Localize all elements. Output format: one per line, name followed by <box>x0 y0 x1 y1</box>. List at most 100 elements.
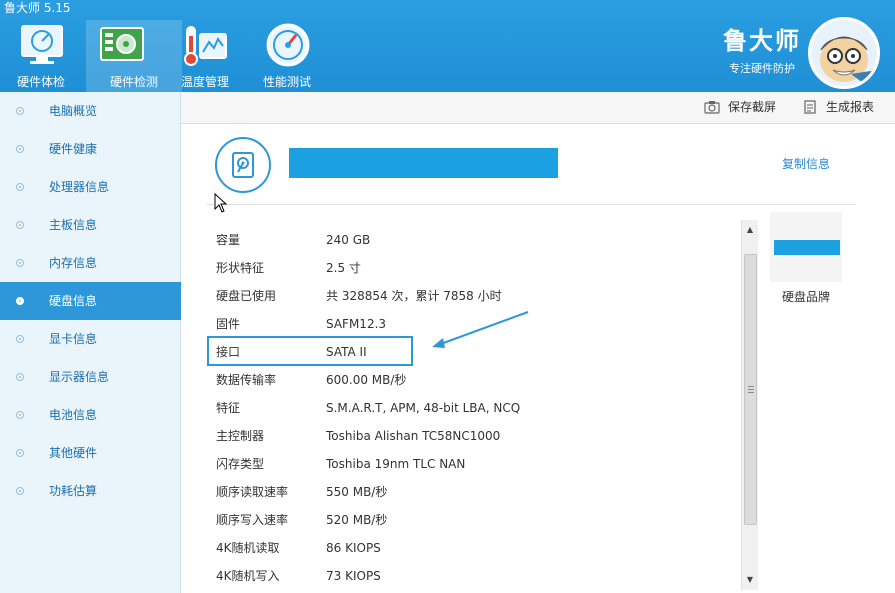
thermometer-icon <box>184 26 227 66</box>
bullet-icon <box>16 183 24 191</box>
sidebar-item-label: 主板信息 <box>49 218 98 232</box>
spec-key: 固件 <box>216 317 241 331</box>
save-screenshot-button[interactable]: 保存截屏 <box>704 92 784 124</box>
bullet-icon <box>16 259 24 267</box>
sidebar-item-label: 功耗估算 <box>49 484 98 498</box>
monitor-icon <box>21 25 63 64</box>
brand-block: 鲁大师 专注硬件防护 <box>718 26 806 76</box>
spec-key: 形状特征 <box>216 261 265 275</box>
sidebar-item-overview[interactable]: 电脑概览 <box>0 92 181 130</box>
spec-row: 顺序读取速率 550 MB/秒 <box>216 478 736 506</box>
circuit-board-icon <box>100 27 144 61</box>
brand-logo-redacted <box>774 240 840 255</box>
copy-info-link[interactable]: 复制信息 <box>782 155 830 172</box>
report-icon <box>804 100 816 114</box>
spec-value: 73 KIOPS <box>326 569 381 583</box>
save-screenshot-label: 保存截屏 <box>728 100 777 114</box>
sidebar-item-monitor[interactable]: 显示器信息 <box>0 358 181 396</box>
sidebar-item-label: 电池信息 <box>49 408 98 422</box>
sidebar-item-memory[interactable]: 内存信息 <box>0 244 181 282</box>
sidebar-item-power[interactable]: 功耗估算 <box>0 472 181 510</box>
spec-key: 闪存类型 <box>216 457 265 471</box>
sidebar-item-gpu[interactable]: 显卡信息 <box>0 320 181 358</box>
scroll-down-arrow-icon[interactable]: ▼ <box>742 572 758 588</box>
spec-key: 数据传输率 <box>216 373 277 387</box>
spec-row: 容量 240 GB <box>216 226 736 254</box>
spec-value: 86 KIOPS <box>326 541 381 555</box>
sidebar-item-label: 电脑概览 <box>49 104 98 118</box>
sidebar-item-other[interactable]: 其他硬件 <box>0 434 181 472</box>
bullet-icon <box>16 487 24 495</box>
sidebar-item-cpu[interactable]: 处理器信息 <box>0 168 181 206</box>
brand-name: 鲁大师 <box>723 27 801 55</box>
scroll-up-arrow-icon[interactable]: ▲ <box>742 222 758 238</box>
spec-key: 硬盘已使用 <box>216 289 277 303</box>
mouse-cursor-icon <box>214 193 228 213</box>
tab-performance[interactable]: 性能测试 <box>246 20 328 92</box>
sidebar-item-disk[interactable]: 硬盘信息 <box>0 282 181 320</box>
annotation-arrow-icon <box>432 311 529 348</box>
disk-brand-logo <box>770 212 842 282</box>
spec-value: 550 MB/秒 <box>326 485 388 499</box>
speedometer-icon <box>266 23 310 67</box>
spec-value: 520 MB/秒 <box>326 513 388 527</box>
spec-row: 硬盘已使用 共 328854 次，累计 7858 小时 <box>216 282 736 310</box>
spec-value: 2.5 寸 <box>326 261 361 275</box>
app-title: 鲁大师 5.15 <box>4 1 71 15</box>
bullet-icon <box>16 221 24 229</box>
spec-row: 顺序写入速率 520 MB/秒 <box>216 506 736 534</box>
bullet-icon <box>16 297 24 305</box>
sidebar: 电脑概览 硬件健康 处理器信息 主板信息 内存信息 硬盘信息 显卡信息 显示器信… <box>0 92 181 593</box>
sidebar-item-health[interactable]: 硬件健康 <box>0 130 181 168</box>
spec-row: 形状特征 2.5 寸 <box>216 254 736 282</box>
mascot-avatar[interactable] <box>808 17 880 89</box>
bullet-icon <box>16 335 24 343</box>
bullet-icon <box>16 411 24 419</box>
disk-icon-circle <box>215 137 271 193</box>
sidebar-item-label: 硬盘信息 <box>49 294 98 308</box>
sidebar-item-label: 显卡信息 <box>49 332 98 346</box>
divider <box>206 204 856 205</box>
sidebar-item-motherboard[interactable]: 主板信息 <box>0 206 181 244</box>
spec-row: 特征 S.M.A.R.T, APM, 48-bit LBA, NCQ <box>216 394 736 422</box>
tab-label: 硬件体检 <box>16 75 65 89</box>
sidebar-item-battery[interactable]: 电池信息 <box>0 396 181 434</box>
spec-row: 4K随机读取 86 KIOPS <box>216 534 736 562</box>
spec-key: 4K随机读取 <box>216 541 280 555</box>
spec-value: 240 GB <box>326 233 371 247</box>
scrollbar[interactable]: ▲ ▼ <box>741 220 758 590</box>
tab-hardware-checkup[interactable]: 硬件体检 <box>0 20 82 92</box>
scroll-thumb[interactable] <box>744 254 757 525</box>
spec-row: 闪存类型 Toshiba 19nm TLC NAN <box>216 450 736 478</box>
spec-key: 顺序读取速率 <box>216 485 289 499</box>
spec-key: 容量 <box>216 233 241 247</box>
spec-row: 主控制器 Toshiba Alishan TC58NC1000 <box>216 422 736 450</box>
hard-disk-icon <box>232 152 254 178</box>
disk-brand-label: 硬盘品牌 <box>782 290 831 304</box>
spec-row: 4K随机写入 73 KIOPS <box>216 562 736 590</box>
mascot-icon <box>820 36 877 86</box>
toolbar: 保存截屏 生成报表 <box>181 92 895 124</box>
disk-model-redacted <box>289 148 558 178</box>
tab-temperature[interactable]: 温度管理 <box>164 20 246 92</box>
spec-key: 特征 <box>216 401 241 415</box>
sidebar-item-label: 内存信息 <box>49 256 98 270</box>
grip-icon <box>748 386 754 393</box>
spec-row: 数据传输率 600.00 MB/秒 <box>216 366 736 394</box>
camera-icon <box>704 101 720 114</box>
generate-report-label: 生成报表 <box>826 100 875 114</box>
bullet-icon <box>16 449 24 457</box>
sidebar-item-label: 处理器信息 <box>49 180 110 194</box>
bullet-icon <box>16 373 24 381</box>
app-header: 鲁大师 5.15 硬件体检 硬件检测 温度管理 性能测试 鲁大师 专注硬件防护 <box>0 0 895 92</box>
spec-key: 顺序写入速率 <box>216 513 289 527</box>
bullet-icon <box>16 107 24 115</box>
generate-report-button[interactable]: 生成报表 <box>802 92 882 124</box>
interface-highlight-box <box>207 336 413 366</box>
spec-key: 主控制器 <box>216 429 265 443</box>
spec-value: Toshiba 19nm TLC NAN <box>326 457 466 471</box>
tab-label: 性能测试 <box>262 75 311 89</box>
spec-value: S.M.A.R.T, APM, 48-bit LBA, NCQ <box>326 401 521 415</box>
spec-value: SAFM12.3 <box>326 317 387 331</box>
brand-slogan: 专注硬件防护 <box>729 62 795 75</box>
